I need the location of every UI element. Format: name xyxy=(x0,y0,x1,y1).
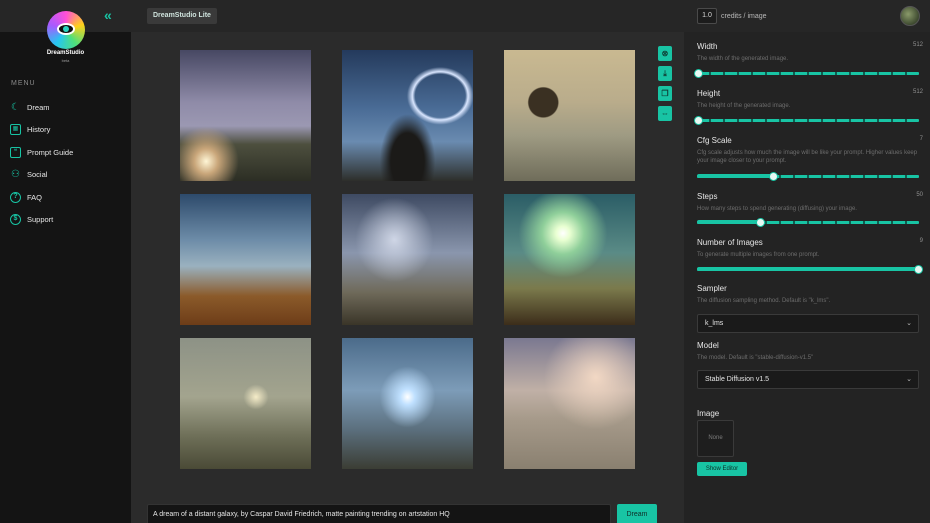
chevron-down-icon: ⌄ xyxy=(906,320,912,327)
prompt-guide-icon: ❝ xyxy=(10,146,21,158)
width-description: The width of the generated image. xyxy=(697,56,789,62)
sidebar-item-label: Prompt Guide xyxy=(27,147,74,157)
app-tag: DreamStudio Lite xyxy=(147,8,217,24)
show-editor-button[interactable]: Show Editor xyxy=(697,462,747,476)
remove-icon[interactable]: ⊗ xyxy=(658,46,672,61)
brand-subtitle: beta xyxy=(61,58,70,63)
generated-image[interactable] xyxy=(180,338,311,469)
history-icon: ▦ xyxy=(10,124,21,136)
prompt-input[interactable]: A dream of a distant galaxy, by Caspar D… xyxy=(147,504,611,523)
generated-image[interactable] xyxy=(342,50,473,181)
top-bar: « DreamStudio Lite 1.0 credits / image xyxy=(0,0,930,32)
image-gallery xyxy=(180,50,635,469)
width-slider[interactable] xyxy=(694,69,919,78)
init-image-box[interactable]: None xyxy=(697,420,734,457)
steps-slider[interactable] xyxy=(697,218,919,227)
height-description: The height of the generated image. xyxy=(697,103,791,109)
sidebar: DreamStudio beta MENU ☾ Dream ▦ History … xyxy=(0,11,131,523)
images-description: To generate multiple images from one pro… xyxy=(697,252,820,258)
width-value: 512 xyxy=(912,42,923,48)
sidebar-item-faq[interactable]: ? FAQ xyxy=(10,186,125,209)
chevron-down-icon: ⌄ xyxy=(906,376,912,383)
dream-button[interactable]: Dream xyxy=(617,504,657,523)
height-slider[interactable] xyxy=(694,116,919,125)
faq-icon: ? xyxy=(10,191,21,203)
copy-icon[interactable]: ❐ xyxy=(658,86,672,101)
image-tools: ⊗ ⤓ ❐ ⇔ xyxy=(658,46,672,121)
sidebar-nav: ☾ Dream ▦ History ❝ Prompt Guide ⚇ Socia… xyxy=(10,96,125,231)
dream-icon: ☾ xyxy=(11,101,20,113)
credits-display: 1.0 credits / image xyxy=(697,8,767,24)
sidebar-item-dream[interactable]: ☾ Dream xyxy=(10,96,125,119)
download-icon[interactable]: ⤓ xyxy=(658,66,672,81)
sampler-select[interactable]: k_lms ⌄ xyxy=(697,314,919,333)
app-window: « DreamStudio Lite 1.0 credits / image D… xyxy=(0,0,930,523)
sidebar-item-history[interactable]: ▦ History xyxy=(10,119,125,142)
sidebar-item-social[interactable]: ⚇ Social xyxy=(10,164,125,187)
images-value: 9 xyxy=(919,238,923,244)
images-label: Number of Images xyxy=(697,238,763,247)
cfg-value: 7 xyxy=(919,136,923,142)
cfg-description: Cfg scale adjusts how much the image wil… xyxy=(697,150,918,164)
brand-name: DreamStudio xyxy=(46,50,85,56)
generated-image[interactable] xyxy=(342,194,473,325)
generated-image[interactable] xyxy=(180,50,311,181)
brand: DreamStudio beta xyxy=(0,0,131,66)
slider-knob[interactable] xyxy=(694,69,703,78)
model-select[interactable]: Stable Diffusion v1.5 ⌄ xyxy=(697,370,919,389)
width-label: Width xyxy=(697,42,718,51)
generated-image[interactable] xyxy=(504,50,635,181)
sidebar-item-label: Dream xyxy=(27,102,50,112)
model-description: The model. Default is "stable-diffusion-… xyxy=(697,355,814,361)
sidebar-item-label: History xyxy=(27,125,51,135)
cfg-label: Cfg Scale xyxy=(697,136,732,145)
model-label: Model xyxy=(697,341,719,350)
support-icon: $ xyxy=(10,214,21,226)
slider-knob[interactable] xyxy=(914,265,923,274)
sidebar-item-support[interactable]: $ Support xyxy=(10,209,125,232)
main-area: ⊗ ⤓ ❐ ⇔ A dream of a distant galaxy, by … xyxy=(131,32,684,523)
sampler-label: Sampler xyxy=(697,284,727,293)
slider-fill xyxy=(697,267,918,271)
model-selected: Stable Diffusion v1.5 xyxy=(705,376,770,383)
slider-fill xyxy=(697,174,773,178)
social-icon: ⚇ xyxy=(11,169,20,181)
sidebar-item-prompt-guide[interactable]: ❝ Prompt Guide xyxy=(10,141,125,164)
steps-label: Steps xyxy=(697,192,718,201)
sidebar-item-label: Support xyxy=(27,215,54,225)
menu-title: MENU xyxy=(11,80,36,87)
generated-image[interactable] xyxy=(504,194,635,325)
slider-knob[interactable] xyxy=(694,116,703,125)
steps-description: How many steps to spend generating (diff… xyxy=(697,206,857,212)
sidebar-item-label: Social xyxy=(27,170,48,180)
sampler-description: The diffusion sampling method. Default i… xyxy=(697,298,831,304)
generated-image[interactable] xyxy=(180,194,311,325)
cfg-slider[interactable] xyxy=(697,172,919,181)
dreamstudio-logo xyxy=(47,11,85,49)
settings-panel: Width 512 The width of the generated ima… xyxy=(684,32,930,523)
images-slider[interactable] xyxy=(697,265,923,274)
slider-track xyxy=(697,72,919,75)
generated-image[interactable] xyxy=(504,338,635,469)
image-label: Image xyxy=(697,409,720,418)
slider-track xyxy=(697,119,919,122)
avatar[interactable] xyxy=(900,6,920,26)
steps-value: 50 xyxy=(916,192,923,198)
slider-knob[interactable] xyxy=(755,218,765,227)
sidebar-item-label: FAQ xyxy=(27,192,43,202)
slider-knob[interactable] xyxy=(768,172,778,181)
credits-value: 1.0 xyxy=(697,8,717,24)
generated-image[interactable] xyxy=(342,338,473,469)
sampler-selected: k_lms xyxy=(705,320,724,327)
height-value: 512 xyxy=(912,89,923,95)
credits-label: credits / image xyxy=(721,12,767,20)
eye-icon xyxy=(57,23,75,35)
expand-icon[interactable]: ⇔ xyxy=(658,106,672,121)
slider-fill xyxy=(697,220,760,224)
height-label: Height xyxy=(697,89,721,98)
